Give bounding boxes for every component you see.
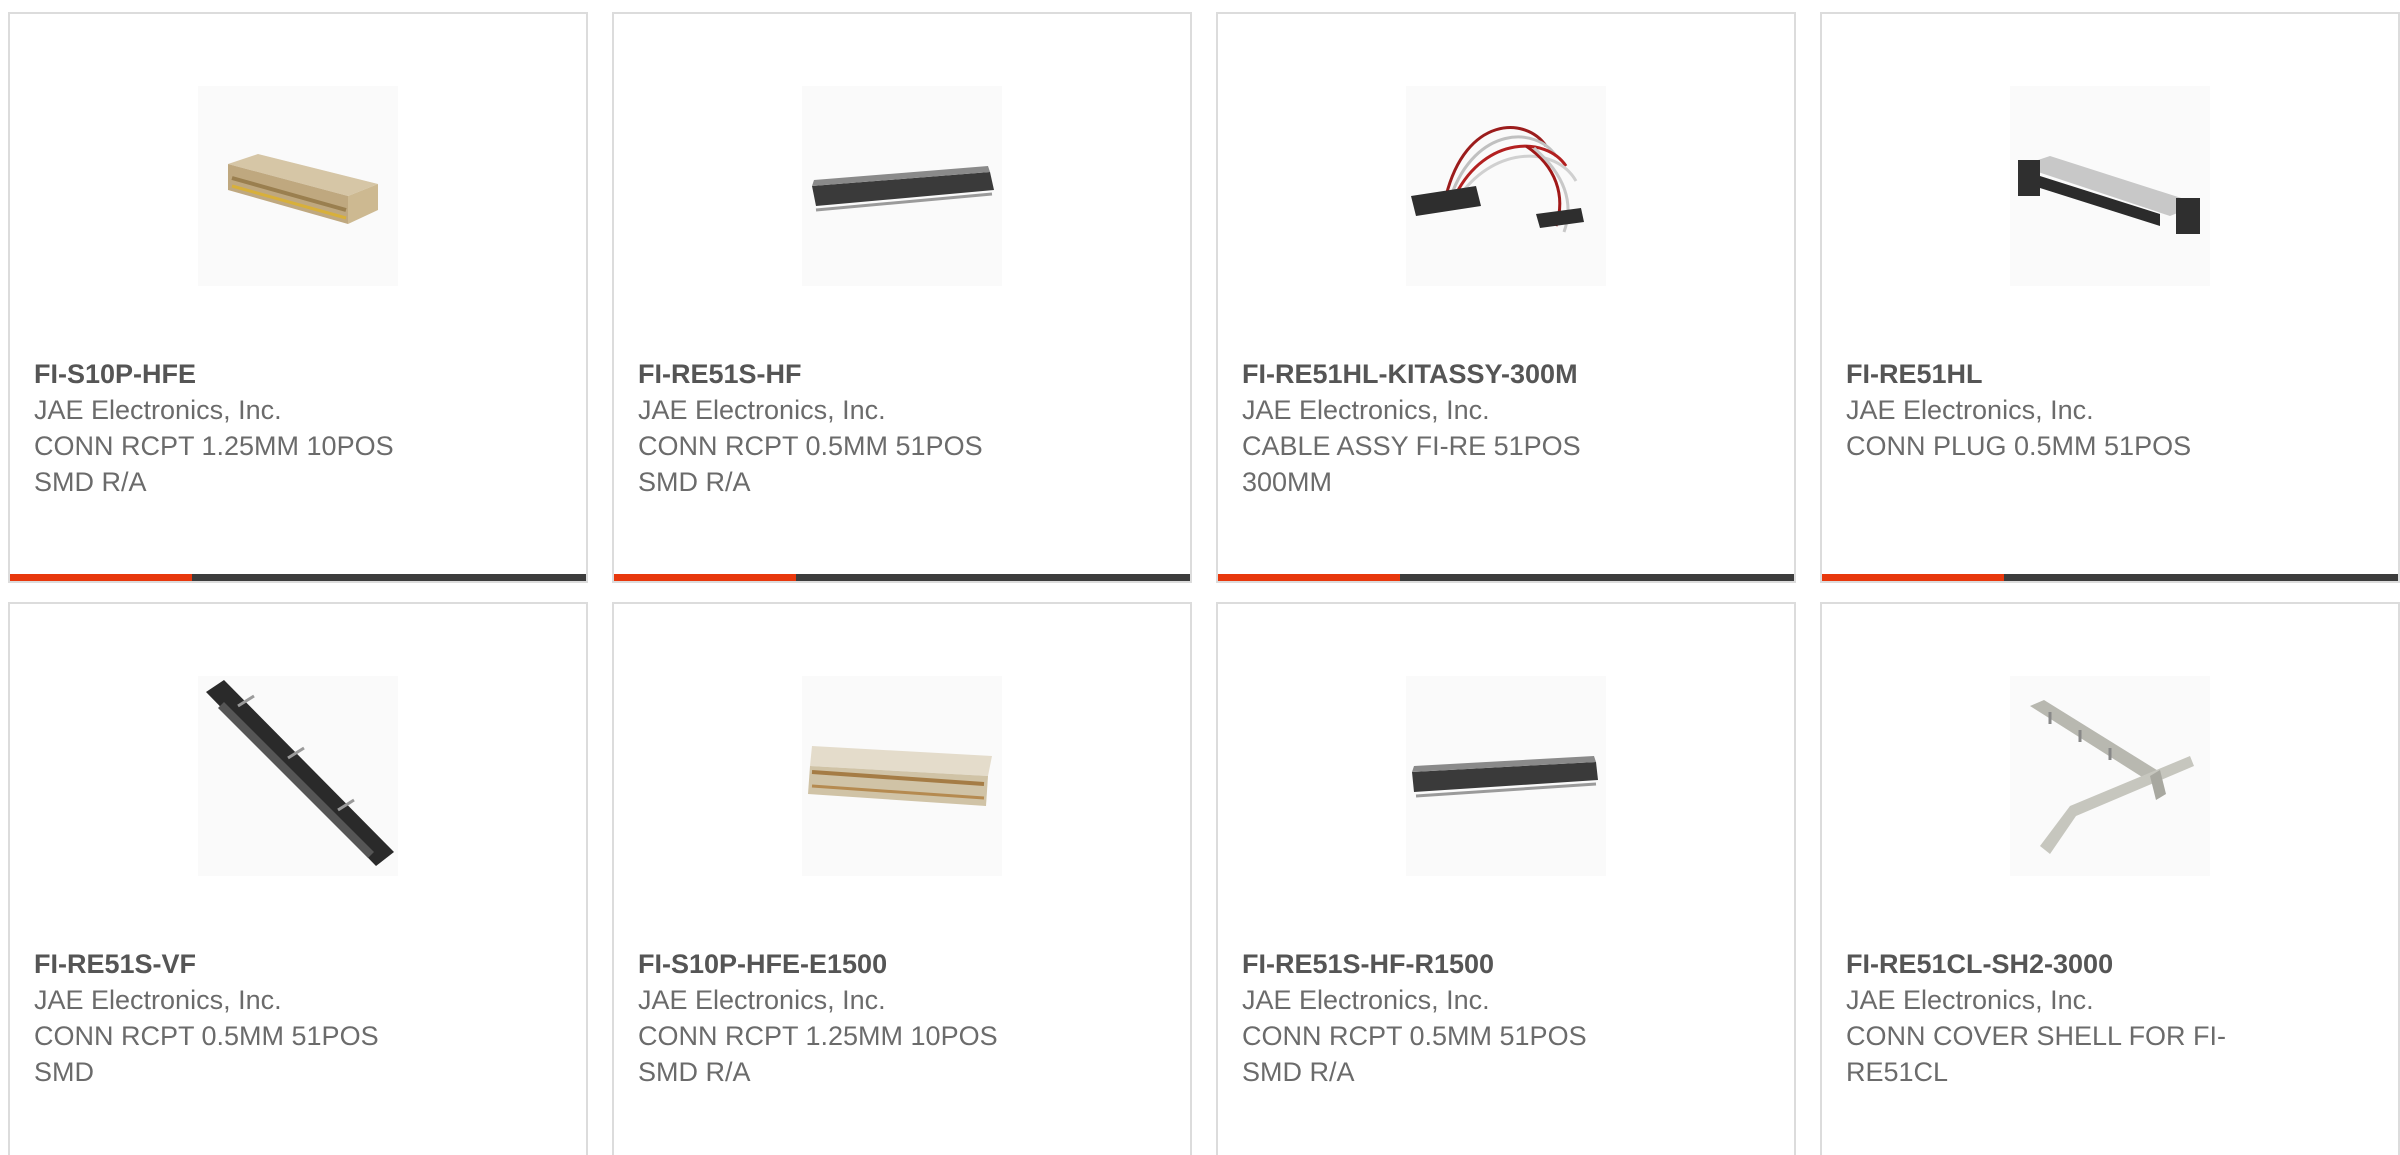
manufacturer: JAE Electronics, Inc. xyxy=(1846,985,2094,1015)
manufacturer: JAE Electronics, Inc. xyxy=(1846,395,2094,425)
description: CONN COVER SHELL FOR FI- RE51CL xyxy=(1846,1021,2227,1087)
manufacturer: JAE Electronics, Inc. xyxy=(34,395,282,425)
description: CONN RCPT 1.25MM 10POS SMD R/A xyxy=(638,1021,998,1087)
product-card[interactable]: FI-RE51S-VF JAE Electronics, Inc. CONN R… xyxy=(8,602,588,1155)
dark-connector-icon[interactable] xyxy=(1406,676,1606,876)
manufacturer: JAE Electronics, Inc. xyxy=(638,395,886,425)
card-bar-accent xyxy=(614,574,796,581)
description: CONN RCPT 0.5MM 51POS SMD R/A xyxy=(1242,1021,1587,1087)
card-bar xyxy=(1822,574,2398,581)
card-bar-accent xyxy=(1218,574,1400,581)
product-info: FI-RE51S-HF-R1500 JAE Electronics, Inc. … xyxy=(1242,946,1762,1090)
product-grid: FI-S10P-HFE JAE Electronics, Inc. CONN R… xyxy=(0,0,2400,1155)
part-number[interactable]: FI-RE51S-HF-R1500 xyxy=(1242,946,1762,982)
description: CONN RCPT 0.5MM 51POS SMD xyxy=(34,1021,379,1087)
cable-assembly-icon[interactable] xyxy=(1406,86,1606,286)
product-card[interactable]: FI-RE51HL JAE Electronics, Inc. CONN PLU… xyxy=(1820,12,2400,583)
product-card[interactable]: FI-RE51HL-KITASSY-300M JAE Electronics, … xyxy=(1216,12,1796,583)
product-info: FI-RE51S-HF JAE Electronics, Inc. CONN R… xyxy=(638,356,1158,500)
part-number[interactable]: FI-RE51S-HF xyxy=(638,356,1158,392)
part-number[interactable]: FI-S10P-HFE-E1500 xyxy=(638,946,1158,982)
cover-shell-icon[interactable] xyxy=(2010,676,2210,876)
part-number[interactable]: FI-RE51HL-KITASSY-300M xyxy=(1242,356,1762,392)
beige-connector-icon[interactable] xyxy=(198,86,398,286)
card-bar-accent xyxy=(10,574,192,581)
description: CONN RCPT 0.5MM 51POS SMD R/A xyxy=(638,431,983,497)
description: CONN RCPT 1.25MM 10POS SMD R/A xyxy=(34,431,394,497)
plug-connector-icon[interactable] xyxy=(2010,86,2210,286)
product-card[interactable]: FI-RE51CL-SH2-3000 JAE Electronics, Inc.… xyxy=(1820,602,2400,1155)
part-number[interactable]: FI-RE51CL-SH2-3000 xyxy=(1846,946,2366,982)
part-number[interactable]: FI-RE51S-VF xyxy=(34,946,554,982)
product-card[interactable]: FI-S10P-HFE JAE Electronics, Inc. CONN R… xyxy=(8,12,588,583)
product-card[interactable]: FI-RE51S-HF-R1500 JAE Electronics, Inc. … xyxy=(1216,602,1796,1155)
card-bar-accent xyxy=(1822,574,2004,581)
description: CONN PLUG 0.5MM 51POS xyxy=(1846,431,2192,461)
vertical-connector-icon[interactable] xyxy=(198,676,398,876)
description: CABLE ASSY FI-RE 51POS 300MM xyxy=(1242,431,1581,497)
manufacturer: JAE Electronics, Inc. xyxy=(34,985,282,1015)
part-number[interactable]: FI-S10P-HFE xyxy=(34,356,554,392)
product-card[interactable]: FI-S10P-HFE-E1500 JAE Electronics, Inc. … xyxy=(612,602,1192,1155)
product-info: FI-RE51HL JAE Electronics, Inc. CONN PLU… xyxy=(1846,356,2366,464)
card-bar xyxy=(10,574,586,581)
product-info: FI-RE51CL-SH2-3000 JAE Electronics, Inc.… xyxy=(1846,946,2366,1090)
product-info: FI-S10P-HFE JAE Electronics, Inc. CONN R… xyxy=(34,356,554,500)
part-number[interactable]: FI-RE51HL xyxy=(1846,356,2366,392)
product-info: FI-RE51HL-KITASSY-300M JAE Electronics, … xyxy=(1242,356,1762,500)
beige-connector-icon[interactable] xyxy=(802,676,1002,876)
manufacturer: JAE Electronics, Inc. xyxy=(1242,985,1490,1015)
product-info: FI-RE51S-VF JAE Electronics, Inc. CONN R… xyxy=(34,946,554,1090)
card-bar xyxy=(1218,574,1794,581)
dark-connector-icon[interactable] xyxy=(802,86,1002,286)
card-bar xyxy=(614,574,1190,581)
product-info: FI-S10P-HFE-E1500 JAE Electronics, Inc. … xyxy=(638,946,1158,1090)
manufacturer: JAE Electronics, Inc. xyxy=(638,985,886,1015)
manufacturer: JAE Electronics, Inc. xyxy=(1242,395,1490,425)
product-card[interactable]: FI-RE51S-HF JAE Electronics, Inc. CONN R… xyxy=(612,12,1192,583)
